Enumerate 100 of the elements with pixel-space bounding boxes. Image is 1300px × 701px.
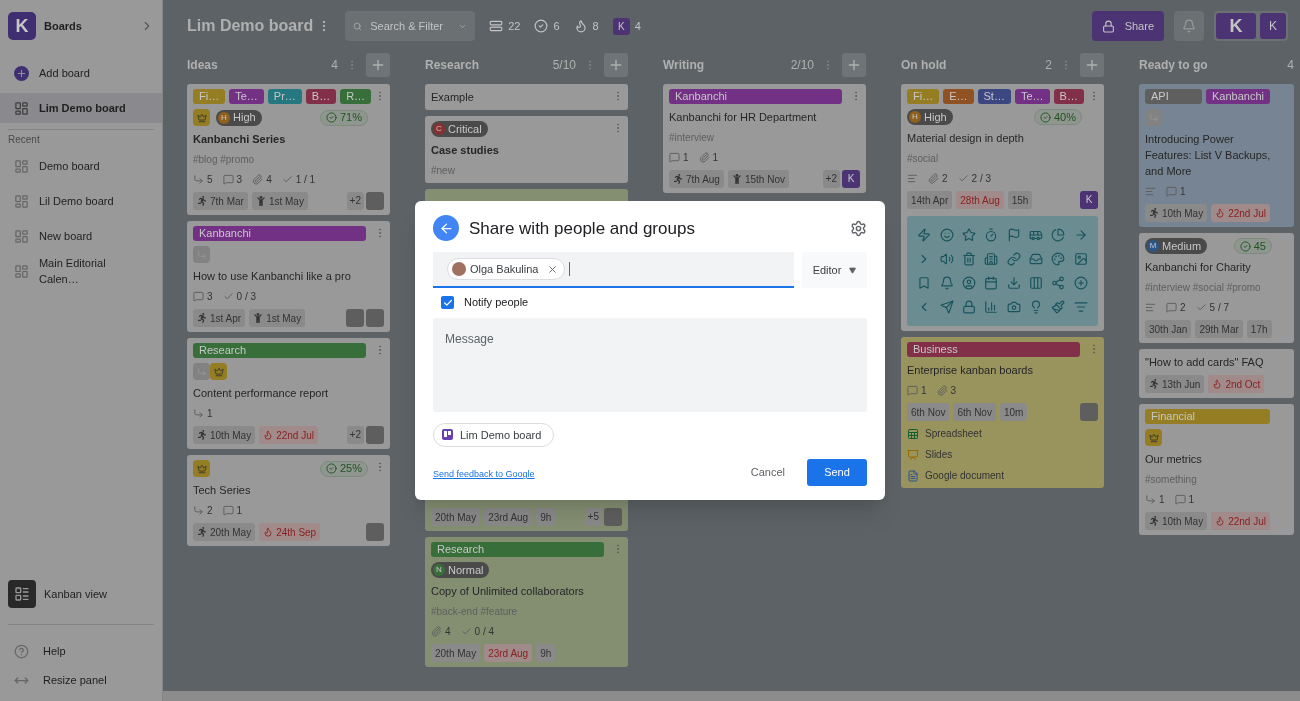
date-chip: 13th Jun — [1145, 375, 1205, 393]
card-tags: #social — [907, 151, 1098, 166]
sidebar-item[interactable]: Lil Demo board — [0, 186, 162, 216]
plus-icon — [608, 57, 624, 73]
date-chip: 14th Apr — [907, 191, 953, 209]
date-chip: 2nd Oct — [1208, 375, 1265, 393]
kanban-card[interactable]: Fi… E… St… Te… B… H High 40% Material design in depth #social 2 2 / 3 14th Apr 28th Aug 15h K — [901, 84, 1104, 331]
plus-icon — [370, 57, 386, 73]
add-card-button[interactable] — [604, 53, 628, 77]
kanban-card[interactable]: Research Content performance report 1 10th May 22nd Jul +2 — [187, 338, 390, 449]
sidebar-item[interactable]: Add board — [0, 58, 162, 88]
stat-count: 3 — [207, 290, 213, 304]
stat-count: 1 — [1180, 185, 1186, 199]
person-icon — [731, 174, 742, 184]
add-card-button[interactable] — [842, 53, 866, 77]
add-card-button[interactable] — [1080, 53, 1104, 77]
back-button[interactable] — [433, 215, 459, 242]
card-title: Example — [431, 90, 474, 105]
card-label: Te… — [1014, 89, 1050, 104]
stat-count: 1 — [207, 407, 213, 421]
kanban-card[interactable]: M Medium 45 Kanbanchi for Charity #interview #social #promo 2 5 / 7 30th Jan 29th Mar 17h — [1139, 233, 1294, 343]
card-tags: #something — [1145, 472, 1288, 487]
attachment-name[interactable]: Google document — [925, 468, 1004, 483]
avatar-photo — [1080, 403, 1098, 421]
date-chip: 22nd Jul — [1211, 204, 1270, 222]
card-title: Content performance report — [193, 386, 329, 401]
horizontal-scrollbar[interactable] — [163, 691, 1300, 701]
kanban-card[interactable]: C Critical Case studies #new — [425, 116, 628, 183]
date-chip: 6th Nov — [907, 403, 950, 421]
sidebar-item[interactable]: Main Editorial Calen… — [0, 256, 162, 286]
description-icon — [907, 173, 918, 184]
card-label: Business — [907, 342, 1080, 357]
kanban-card[interactable]: Business Enterprise kanban boards 1 3 6th Nov 6th Nov 10m Spreadsheet Slides Google document — [901, 337, 1104, 488]
checkmark-icon — [460, 626, 472, 637]
priority-label: High — [924, 109, 947, 125]
stat-count: 2 — [1180, 301, 1186, 315]
date-chip: 1st May — [251, 192, 308, 210]
cancel-button[interactable]: Cancel — [740, 458, 795, 486]
recipient-field[interactable]: Olga Bakulina — [433, 252, 794, 289]
recipient-chip[interactable]: Olga Bakulina — [447, 258, 565, 281]
kanban-card[interactable]: API Kanbanchi Introducing Power Features: List V Backups, and More 1 10th May 22nd Jul — [1139, 84, 1294, 227]
kanban-card[interactable]: Kanbanchi How to use Kanbanchi like a pro 3 0 / 3 1st Apr 1st May — [187, 221, 390, 332]
crown-icon — [193, 109, 210, 126]
board-title: Lim Demo board — [187, 16, 314, 36]
priority-label: Critical — [448, 121, 482, 137]
share-button[interactable]: Share — [1091, 11, 1164, 41]
member-count: +2 — [346, 192, 364, 210]
stat-count: 22 — [508, 18, 521, 34]
role-dropdown[interactable]: Editor — [802, 252, 867, 289]
card-title: Enterprise kanban boards — [907, 363, 1033, 378]
send-button[interactable]: Send — [807, 458, 867, 486]
priority-label: High — [233, 110, 256, 126]
card-title: Case studies — [431, 143, 499, 158]
date-chip: 22nd Jul — [259, 426, 318, 444]
kanban-card[interactable]: Kanbanchi Kanbanchi for HR Department #interview 1 1 7th Aug 15th Nov +2 K — [663, 84, 866, 193]
kanban-card[interactable]: 25% Tech Series 2 1 20th May 24th Sep — [187, 455, 390, 546]
column-title: Ideas — [187, 57, 219, 74]
member-avatar: K — [1080, 191, 1098, 209]
sidebar-item[interactable]: Lim Demo board — [0, 93, 162, 123]
notifications-button[interactable] — [1174, 11, 1204, 41]
attachment-name[interactable]: Spreadsheet — [925, 426, 982, 441]
kanban-card[interactable]: Financial Our metrics #something 1 1 10th May 22nd Jul — [1139, 404, 1294, 535]
column-count: 4 — [331, 57, 338, 74]
date-chip: 28th Aug — [956, 191, 1004, 209]
notify-checkbox[interactable] — [441, 296, 454, 309]
subcard-icon — [1145, 109, 1162, 126]
add-card-button[interactable] — [366, 53, 390, 77]
sidebar-title: Boards — [44, 18, 83, 34]
stat-count: 1 — [1159, 493, 1165, 507]
sidebar-item[interactable]: New board — [0, 221, 162, 251]
card-title: "How to add cards" FAQ — [1145, 355, 1264, 370]
view-switch[interactable]: Kanban view — [0, 576, 162, 612]
close-icon[interactable] — [546, 263, 558, 275]
column-count: 5/10 — [552, 57, 576, 74]
date-chip: 20th May — [431, 644, 481, 662]
user-avatar[interactable]: K — [1260, 13, 1286, 39]
date-chip: 20th May — [431, 508, 481, 526]
stat-count: 4 — [634, 18, 641, 34]
date-chip: 20th May — [193, 523, 256, 541]
kanban-card[interactable]: "How to add cards" FAQ 13th Jun 2nd Oct — [1139, 349, 1294, 398]
date-chip: 30th Jan — [1145, 320, 1192, 338]
runner-icon — [197, 430, 207, 440]
attachment-name[interactable]: Slides — [925, 447, 953, 462]
comment-icon — [1166, 186, 1177, 197]
search-field[interactable]: Search & Filter — [345, 11, 476, 41]
runner-icon — [1149, 208, 1159, 218]
kanban-card[interactable]: Example — [425, 84, 628, 110]
sidebar-item[interactable]: Demo board — [0, 151, 162, 181]
column-count: 2/10 — [790, 57, 814, 74]
card-label: Kanbanchi — [1206, 89, 1270, 104]
settings-icon[interactable] — [850, 219, 867, 237]
subcard-icon — [193, 174, 204, 185]
flame-icon — [1212, 379, 1223, 389]
feedback-link[interactable]: Send feedback to Google — [433, 469, 535, 480]
card-label: Kanbanchi — [669, 89, 842, 104]
help-link[interactable]: Help — [0, 637, 162, 665]
caret-icon — [849, 266, 857, 274]
message-field[interactable]: Message — [433, 317, 867, 412]
resize-panel-link[interactable]: Resize panel — [0, 665, 162, 695]
search-input[interactable]: Search & Filter — [370, 17, 451, 35]
